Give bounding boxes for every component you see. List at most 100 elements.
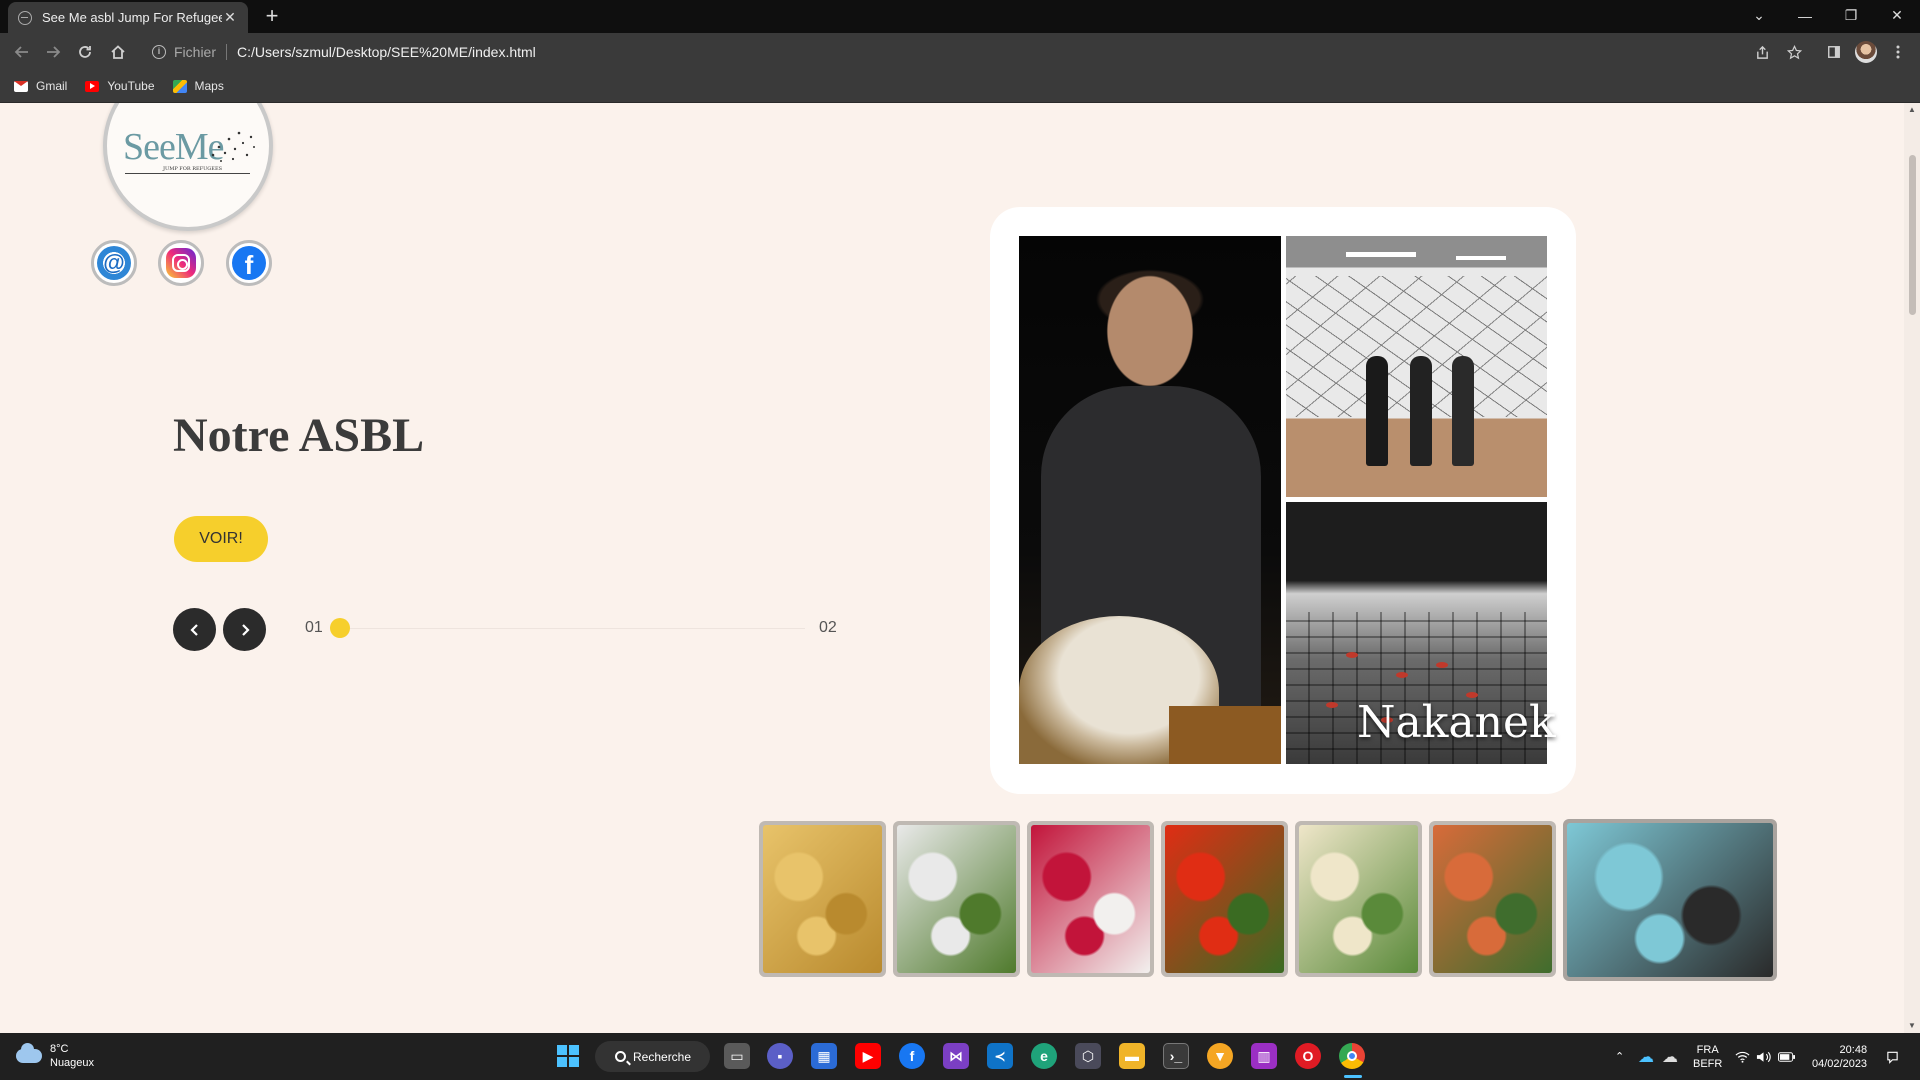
scroll-up-arrow[interactable]: ▲ <box>1904 103 1920 117</box>
url-scheme-label: Fichier <box>174 43 217 60</box>
page-viewport: SeeMe JUMP FOR REFUGEES @ f Notre ASBL V… <box>0 103 1920 1033</box>
start-button[interactable] <box>557 1045 579 1067</box>
tray-overflow-icon[interactable]: ⌃ <box>1615 1033 1624 1080</box>
logo-subtitle: JUMP FOR REFUGEES <box>163 166 223 172</box>
bookmark-gmail[interactable]: Gmail <box>14 79 67 93</box>
store-icon[interactable]: ▦ <box>811 1043 837 1069</box>
bookmark-maps[interactable]: Maps <box>172 79 224 93</box>
thumbnail-salad-bowls[interactable] <box>1429 821 1556 977</box>
bookmark-label: Maps <box>194 79 224 93</box>
clock-date: 04/02/2023 <box>1812 1058 1868 1070</box>
gmail-icon <box>14 80 28 92</box>
next-slide-button[interactable] <box>223 608 266 651</box>
back-button[interactable] <box>8 38 36 66</box>
tab-close-button[interactable]: ✕ <box>222 9 238 26</box>
browser-toolbar: i Fichier C:/Users/szmul/Desktop/SEE%20M… <box>0 33 1920 70</box>
share-button[interactable] <box>1748 38 1776 66</box>
edge-icon[interactable]: e <box>1031 1043 1057 1069</box>
teams-chat-icon[interactable]: ▪ <box>767 1043 793 1069</box>
search-icon <box>615 1051 626 1062</box>
opera-icon[interactable]: O <box>1295 1043 1321 1069</box>
url-text: C:/Users/szmul/Desktop/SEE%20ME/index.ht… <box>237 43 536 60</box>
thumbnail-image <box>897 825 1016 973</box>
reload-icon <box>79 46 91 58</box>
thumbnail-soup[interactable] <box>1295 821 1422 977</box>
language-code: FRA <box>1696 1044 1719 1056</box>
search-label: Recherche <box>633 1049 692 1064</box>
thumbnail-image <box>1165 825 1284 973</box>
thumbnail-image <box>1433 825 1552 973</box>
active-app-indicator <box>1344 1075 1362 1078</box>
info-icon[interactable]: i <box>152 44 166 59</box>
onedrive-icon[interactable]: ☁ <box>1638 1033 1654 1080</box>
side-panel-button[interactable] <box>1820 38 1848 66</box>
collage-photo-cook <box>1019 236 1281 764</box>
clock-time: 20:48 <box>1839 1044 1868 1056</box>
youtube-icon <box>85 80 100 92</box>
new-tab-button[interactable]: + <box>258 4 286 30</box>
facebook-icon: f <box>232 246 266 280</box>
email-link[interactable]: @ <box>91 240 137 286</box>
file-explorer-icon[interactable]: ▬ <box>1119 1043 1145 1069</box>
scroll-thumb[interactable] <box>1909 155 1916 315</box>
facebook-app-icon[interactable]: f <box>899 1043 925 1069</box>
bookmark-star-button[interactable] <box>1780 38 1808 66</box>
address-bar[interactable]: i Fichier C:/Users/szmul/Desktop/SEE%20M… <box>142 37 1782 66</box>
menu-button[interactable] <box>1884 38 1912 66</box>
birds-icon <box>211 131 255 162</box>
thumbnail-buffet[interactable] <box>1563 819 1777 981</box>
slide-current-number: 01 <box>305 619 323 636</box>
weather-widget[interactable]: 8°C Nuageux <box>16 1042 94 1070</box>
share-icon <box>1756 45 1768 59</box>
terminal-icon[interactable]: ›_ <box>1163 1043 1189 1069</box>
forward-button[interactable] <box>39 38 67 66</box>
vscode-icon[interactable]: ≺ <box>987 1043 1013 1069</box>
bookmark-label: Gmail <box>36 79 68 93</box>
bookmark-label: YouTube <box>107 79 155 93</box>
visual-studio-icon[interactable]: ⋈ <box>943 1043 969 1069</box>
reload-button[interactable] <box>71 38 99 66</box>
brave-icon[interactable]: ▼ <box>1207 1043 1233 1069</box>
temperature: 8°C <box>50 1043 69 1055</box>
thumbnail-samosas[interactable] <box>759 821 886 977</box>
paint-icon[interactable]: ▥ <box>1251 1043 1277 1069</box>
minimize-button[interactable]: — <box>1782 0 1828 31</box>
chevron-right-icon <box>241 623 250 636</box>
scroll-down-arrow[interactable]: ▼ <box>1904 1019 1920 1033</box>
chrome-icon[interactable] <box>1339 1043 1365 1069</box>
tab-search-button[interactable]: ⌄ <box>1736 0 1782 31</box>
system-clock[interactable]: 20:48 04/02/2023 <box>1812 1043 1867 1071</box>
browser-tab[interactable]: See Me asbl Jump For Refugees ✕ <box>8 2 248 33</box>
thumbnail-pomegranate[interactable] <box>1027 821 1154 977</box>
slide-progress-track[interactable] <box>340 628 805 629</box>
voir-button[interactable]: VOIR! <box>174 516 268 562</box>
onedrive-personal-icon[interactable]: ☁ <box>1662 1033 1678 1080</box>
bookmark-youtube[interactable]: YouTube <box>85 79 155 93</box>
site-logo[interactable]: SeeMe JUMP FOR REFUGEES <box>103 103 273 231</box>
battery-icon[interactable] <box>1778 1033 1795 1080</box>
profile-avatar[interactable] <box>1855 41 1877 63</box>
taskbar-search[interactable]: Recherche <box>595 1041 710 1072</box>
thumbnail-salad[interactable] <box>893 821 1020 977</box>
instagram-link[interactable] <box>158 240 204 286</box>
arrow-right-icon <box>47 46 61 58</box>
more-vertical-icon <box>1896 45 1900 59</box>
facebook-link[interactable]: f <box>226 240 272 286</box>
slide-progress-dot[interactable] <box>330 618 350 638</box>
language-indicator[interactable]: FRA BEFR <box>1693 1043 1722 1071</box>
page-scrollbar[interactable]: ▲ ▼ <box>1904 103 1920 1033</box>
youtube-app-icon[interactable]: ▶ <box>855 1043 881 1069</box>
thumbnail-image <box>763 825 882 973</box>
previous-slide-button[interactable] <box>173 608 216 651</box>
wifi-icon[interactable] <box>1735 1033 1750 1080</box>
photo-collage: Nakanek <box>990 207 1576 794</box>
thumbnail-tomatoes[interactable] <box>1161 821 1288 977</box>
restore-button[interactable]: ❐ <box>1828 0 1874 31</box>
app-cube-icon[interactable]: ⬡ <box>1075 1043 1101 1069</box>
volume-icon[interactable] <box>1756 1033 1771 1080</box>
close-window-button[interactable]: ✕ <box>1874 0 1920 31</box>
home-button[interactable] <box>104 38 132 66</box>
task-view-icon[interactable]: ▭ <box>724 1043 750 1069</box>
notifications-icon[interactable] <box>1886 1033 1899 1080</box>
weather-condition: Nuageux <box>50 1057 95 1069</box>
